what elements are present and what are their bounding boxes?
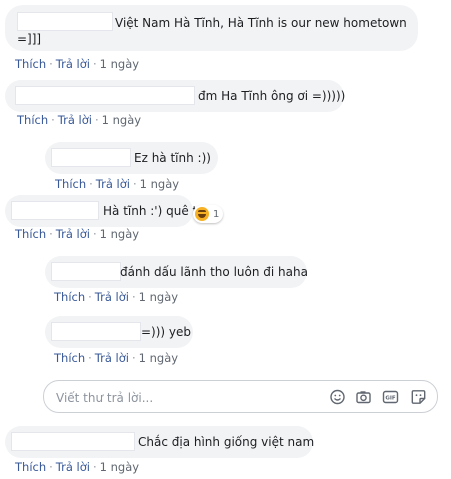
reply-bubble: =))) yeb bbox=[45, 316, 193, 348]
reaction-count: 1 bbox=[213, 208, 220, 220]
separator: · bbox=[92, 227, 97, 241]
like-link[interactable]: Thích bbox=[17, 113, 48, 127]
camera-icon[interactable] bbox=[355, 389, 372, 405]
comment-text: =))) yeb bbox=[141, 325, 192, 339]
timestamp[interactable]: 1 ngày bbox=[139, 351, 178, 365]
reaction-badge[interactable]: 1 bbox=[193, 205, 224, 223]
separator: · bbox=[49, 57, 53, 71]
like-link[interactable]: Thích bbox=[15, 227, 46, 241]
reply-link[interactable]: Trả lời bbox=[96, 177, 130, 191]
separator: · bbox=[92, 460, 97, 474]
like-link[interactable]: Thích bbox=[54, 290, 85, 304]
redacted-author-name bbox=[11, 201, 99, 220]
comment-text-line2: =]]] bbox=[17, 32, 42, 46]
svg-text:GIF: GIF bbox=[385, 396, 396, 402]
comment-text: Việt Nam Hà Tĩnh, Hà Tĩnh is our new hom… bbox=[115, 16, 407, 30]
haha-reaction-icon bbox=[195, 207, 209, 221]
redacted-author-name bbox=[17, 12, 113, 31]
comment-bubble: Việt Nam Hà Tĩnh, Hà Tĩnh is our new hom… bbox=[5, 5, 418, 51]
redacted-author-name bbox=[51, 262, 121, 281]
timestamp[interactable]: 1 ngày bbox=[100, 57, 139, 71]
comment-bubble: đm Ha Tĩnh ông ơi =))))) bbox=[5, 80, 346, 112]
comment-text: Ez hà tĩnh :)) bbox=[134, 151, 211, 165]
reply-link[interactable]: Trả lời bbox=[95, 290, 129, 304]
gif-icon[interactable]: GIF bbox=[382, 389, 399, 405]
reply-bubble: đánh dấu lãnh tho luôn đi haha bbox=[45, 256, 308, 288]
separator: · bbox=[131, 290, 136, 304]
comment-actions: Thích · Trả lời · 1 ngày bbox=[17, 113, 141, 127]
separator: · bbox=[94, 113, 99, 127]
separator: · bbox=[49, 460, 53, 474]
reply-link[interactable]: Trả lời bbox=[95, 351, 129, 365]
reply-bubble: Ez hà tĩnh :)) bbox=[45, 142, 218, 174]
comment-actions: Thích · Trả lời · 1 ngày bbox=[15, 227, 139, 241]
like-link[interactable]: Thích bbox=[15, 460, 46, 474]
timestamp[interactable]: 1 ngày bbox=[139, 290, 178, 304]
comment-text: Hà tĩnh :') quê t bbox=[103, 204, 198, 218]
like-link[interactable]: Thích bbox=[15, 57, 46, 71]
timestamp[interactable]: 1 ngày bbox=[100, 227, 139, 241]
comment-text: Chắc địa hình giống việt nam bbox=[138, 435, 315, 449]
like-link[interactable]: Thích bbox=[55, 177, 86, 191]
reply-link[interactable]: Trả lời bbox=[58, 113, 92, 127]
comment-actions: Thích · Trả lời · 1 ngày bbox=[15, 57, 139, 71]
separator: · bbox=[92, 57, 97, 71]
comment-actions: Thích · Trả lời · 1 ngày bbox=[54, 351, 178, 365]
comment-actions: Thích · Trả lời · 1 ngày bbox=[54, 290, 178, 304]
separator: · bbox=[132, 177, 137, 191]
comment-bubble: Hà tĩnh :') quê t bbox=[5, 195, 197, 227]
separator: · bbox=[88, 351, 92, 365]
comment-actions: Thích · Trả lời · 1 ngày bbox=[55, 177, 179, 191]
redacted-author-name bbox=[15, 86, 195, 105]
reply-link[interactable]: Trả lời bbox=[56, 460, 90, 474]
redacted-author-name bbox=[51, 322, 141, 341]
separator: · bbox=[49, 227, 53, 241]
reply-input-box[interactable]: GIF bbox=[43, 380, 438, 413]
comment-text: đánh dấu lãnh tho luôn đi haha bbox=[120, 265, 308, 279]
separator: · bbox=[89, 177, 93, 191]
separator: · bbox=[88, 290, 92, 304]
timestamp[interactable]: 1 ngày bbox=[102, 113, 141, 127]
redacted-author-name bbox=[51, 148, 131, 167]
reply-input[interactable] bbox=[54, 387, 308, 409]
timestamp[interactable]: 1 ngày bbox=[100, 460, 139, 474]
emoji-icon[interactable] bbox=[329, 389, 346, 405]
separator: · bbox=[51, 113, 55, 127]
comment-text: đm Ha Tĩnh ông ơi =))))) bbox=[198, 89, 346, 103]
comment-bubble: Chắc địa hình giống việt nam bbox=[5, 426, 315, 458]
timestamp[interactable]: 1 ngày bbox=[140, 177, 179, 191]
sticker-icon[interactable] bbox=[410, 389, 427, 405]
separator: · bbox=[131, 351, 136, 365]
reply-link[interactable]: Trả lời bbox=[56, 227, 90, 241]
comment-actions: Thích · Trả lời · 1 ngày bbox=[15, 460, 139, 474]
reply-link[interactable]: Trả lời bbox=[56, 57, 90, 71]
like-link[interactable]: Thích bbox=[54, 351, 85, 365]
redacted-author-name bbox=[11, 432, 135, 451]
